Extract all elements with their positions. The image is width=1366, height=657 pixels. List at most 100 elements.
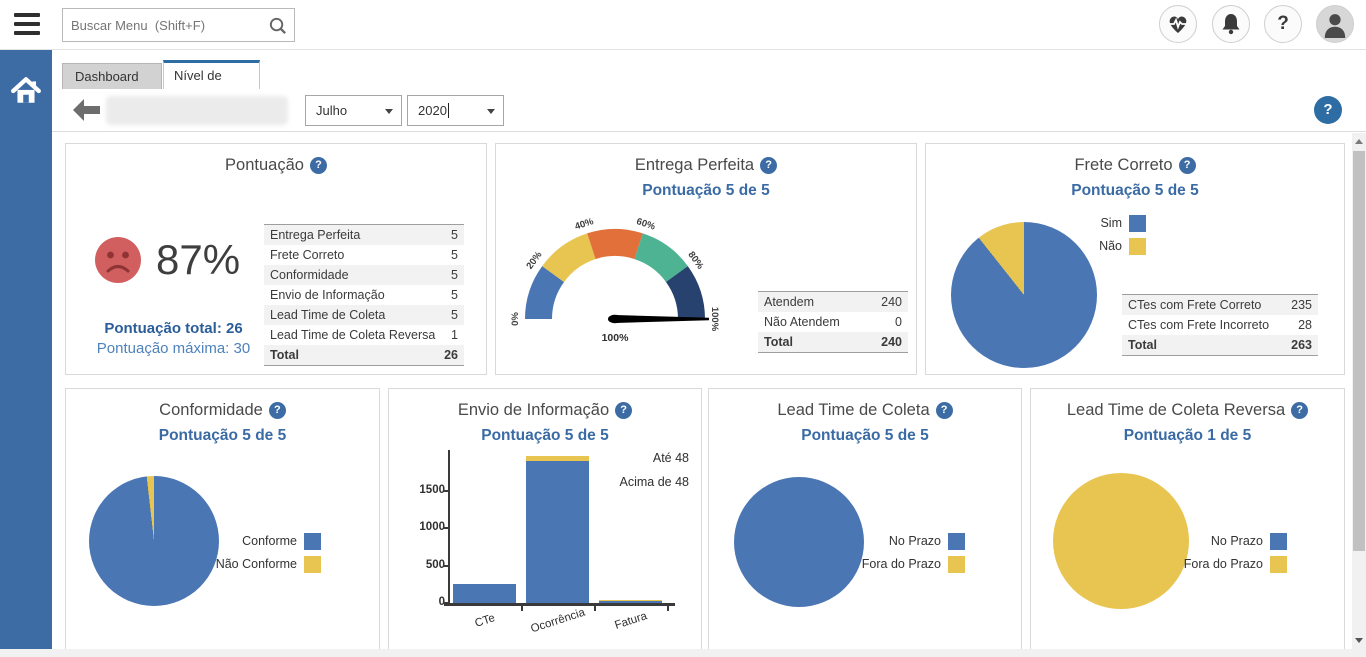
y-tick-mark: [443, 602, 448, 604]
card-help-icon[interactable]: ?: [615, 402, 632, 419]
card-title: Pontuação?: [66, 156, 486, 175]
search-icon: [267, 15, 288, 36]
home-icon[interactable]: [10, 76, 42, 106]
vertical-scrollbar[interactable]: [1352, 133, 1366, 649]
legend-item: No Prazo: [847, 532, 965, 550]
row-value: 240: [881, 332, 902, 352]
svg-text:100%: 100%: [602, 332, 630, 344]
legend-swatch: [1270, 533, 1287, 550]
tab-nivel-de-servico[interactable]: Nível de Servix: [163, 60, 260, 90]
legend-swatch: [1129, 238, 1146, 255]
chevron-down-icon: [487, 109, 495, 114]
scrollbar-thumb[interactable]: [1353, 151, 1365, 551]
table-row: Entrega Perfeita5: [264, 225, 464, 245]
svg-text:0%: 0%: [510, 312, 521, 326]
row-value: 240: [881, 292, 902, 312]
pie-chart: [734, 477, 864, 607]
card-subtitle: Pontuação 5 de 5: [709, 427, 1021, 445]
bar-segment: [599, 600, 662, 601]
heartbeat-icon: [1165, 11, 1191, 37]
tab-dashboard[interactable]: Dashboard: [62, 63, 162, 90]
legend-label: Fora do Prazo: [862, 557, 941, 571]
table-row: CTes com Frete Incorreto 28: [1122, 315, 1318, 335]
table-row: Frete Correto 5: [264, 245, 464, 265]
row-label: Lead Time de Coleta Reversa: [270, 325, 435, 345]
row-label: Envio de Informação: [270, 285, 385, 305]
bar-segment: [599, 601, 662, 603]
card-lead-time-coleta: Lead Time de Coleta? Pontuação 5 de 5 No…: [708, 388, 1022, 650]
svg-text:60%: 60%: [635, 216, 657, 233]
card-help-icon[interactable]: ?: [310, 157, 327, 174]
row-value: 26: [444, 345, 458, 365]
legend-label: Não Conforme: [216, 557, 297, 571]
card-help-icon[interactable]: ?: [936, 402, 953, 419]
y-tick-label: 1000: [419, 521, 445, 533]
bar-segment: [526, 456, 589, 461]
card-title: Entrega Perfeita?: [496, 156, 916, 175]
health-status-button[interactable]: [1159, 5, 1197, 43]
app-window: ? Dashboard Nível de Servix Julho 2020 ?…: [0, 0, 1366, 657]
svg-text:100%: 100%: [709, 307, 720, 332]
help-button[interactable]: ?: [1264, 5, 1302, 43]
row-label: CTes com Frete Correto: [1128, 295, 1261, 315]
card-subtitle: Pontuação 1 de 5: [1031, 427, 1344, 445]
row-label: CTes com Frete Incorreto: [1128, 315, 1269, 335]
score-totals: Pontuação total: 26 Pontuação máxima: 30: [66, 320, 281, 357]
row-label: Frete Correto: [270, 245, 344, 265]
entrega-table: Atendem240Não Atendem0Total240: [758, 291, 908, 353]
card-subtitle: Pontuação 5 de 5: [496, 182, 916, 200]
legend-swatch: [304, 533, 321, 550]
card-help-icon[interactable]: ?: [760, 157, 777, 174]
table-row: Total 240: [758, 332, 908, 352]
scroll-down-icon[interactable]: [1355, 638, 1363, 643]
user-menu-button[interactable]: [1316, 5, 1354, 43]
row-label: Lead Time de Coleta: [270, 305, 385, 325]
legend-item: Fora do Prazo: [847, 555, 965, 573]
hamburger-menu-icon[interactable]: [14, 13, 42, 37]
bar-segment: [453, 584, 516, 604]
year-combobox[interactable]: 2020: [407, 95, 504, 126]
menu-search: [62, 8, 295, 42]
svg-text:40%: 40%: [574, 216, 596, 233]
month-select[interactable]: Julho: [305, 95, 402, 126]
search-input[interactable]: [71, 9, 261, 41]
back-arrow-icon[interactable]: [73, 99, 100, 121]
x-axis: [444, 603, 675, 606]
card-pontuacao: Pontuação? 87% Pontuação total: 26 Pontu…: [65, 143, 487, 375]
table-row: Conformidade5: [264, 265, 464, 285]
row-label: Total: [270, 345, 299, 365]
row-value: 235: [1291, 295, 1312, 315]
toolbar: Julho 2020 ?: [52, 89, 1366, 132]
card-help-icon[interactable]: ?: [1291, 402, 1308, 419]
horizontal-scrollbar-track[interactable]: [0, 649, 1366, 657]
legend-label: No Prazo: [889, 534, 941, 548]
table-row: Total 26: [264, 345, 464, 365]
page-help-button[interactable]: ?: [1314, 96, 1342, 124]
table-row: Não Atendem0: [758, 312, 908, 332]
row-value: 5: [451, 245, 458, 265]
row-label: Total: [764, 332, 793, 352]
pie-legend: SimNão: [1034, 214, 1146, 260]
pie-legend: ConformeNão Conforme: [199, 532, 321, 578]
legend-item: Não: [1034, 237, 1146, 255]
card-help-icon[interactable]: ?: [269, 402, 286, 419]
row-value: 5: [451, 285, 458, 305]
row-value: 28: [1298, 315, 1312, 335]
bar-legend-item: Até 48: [653, 451, 689, 465]
card-envio-informacao: Envio de Informação? Pontuação 5 de 5 05…: [388, 388, 702, 650]
legend-item: Fora do Prazo: [1169, 555, 1287, 573]
scroll-up-icon[interactable]: [1355, 139, 1363, 144]
row-value: 5: [451, 265, 458, 285]
score-summary: 87%: [94, 236, 240, 284]
row-value: 0: [895, 312, 902, 332]
notifications-button[interactable]: [1212, 5, 1250, 43]
legend-item: No Prazo: [1169, 532, 1287, 550]
legend-swatch: [948, 556, 965, 573]
frete-table: CTes com Frete Correto235CTes com Frete …: [1122, 294, 1318, 356]
redacted-company-name: [106, 96, 288, 125]
legend-label: Fora do Prazo: [1184, 557, 1263, 571]
card-conformidade: Conformidade? Pontuação 5 de 5 ConformeN…: [65, 388, 380, 650]
sad-face-icon: [94, 236, 142, 284]
card-title: Frete Correto?: [926, 156, 1344, 175]
card-help-icon[interactable]: ?: [1179, 157, 1196, 174]
